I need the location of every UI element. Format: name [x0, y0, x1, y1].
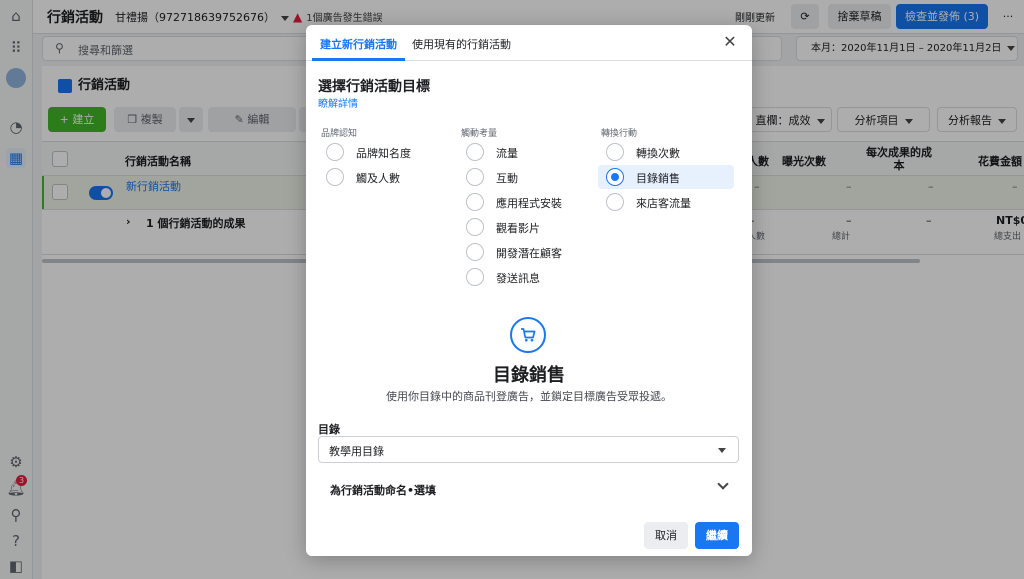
column-header-consideration: 觸動考量: [461, 129, 498, 139]
column-header-awareness: 品牌認知: [321, 129, 358, 139]
radio-button[interactable]: [466, 243, 484, 261]
objective-option[interactable]: 品牌知名度: [318, 140, 454, 164]
objective-label: 流量: [496, 147, 518, 160]
objective-label: 目錄銷售: [636, 172, 680, 185]
chevron-down-icon: [718, 448, 726, 453]
radio-button[interactable]: [466, 218, 484, 236]
shopping-cart-icon: [510, 317, 546, 353]
tab-create-new[interactable]: 建立新行銷活動: [320, 36, 397, 52]
learn-more-link[interactable]: 瞭解詳情: [318, 95, 358, 110]
campaign-name-label: 為行銷活動命名•選填: [330, 484, 437, 497]
objective-label: 互動: [496, 172, 518, 185]
dialog-heading: 選擇行銷活動目標: [318, 79, 430, 95]
chevron-down-icon: [717, 478, 729, 490]
catalog-label: 目錄: [318, 423, 340, 436]
radio-button[interactable]: [466, 143, 484, 161]
objective-option[interactable]: 互動: [458, 165, 594, 189]
cancel-button[interactable]: 取消: [644, 522, 688, 549]
radio-button[interactable]: [466, 168, 484, 186]
objective-option[interactable]: 觸及人數: [318, 165, 454, 189]
objective-label: 來店客流量: [636, 197, 691, 210]
objective-detail-description: 使用你目錄中的商品刊登廣告，並鎖定目標廣告受眾投遞。: [386, 390, 672, 403]
continue-button[interactable]: 繼續: [695, 522, 739, 549]
objective-label: 應用程式安裝: [496, 197, 562, 210]
radio-button[interactable]: [326, 143, 344, 161]
close-icon[interactable]: ✕: [722, 34, 738, 50]
objective-label: 轉換次數: [636, 147, 680, 160]
radio-button[interactable]: [326, 168, 344, 186]
radio-button[interactable]: [466, 268, 484, 286]
radio-button[interactable]: [466, 193, 484, 211]
radio-button[interactable]: [606, 143, 624, 161]
objective-label: 觸及人數: [356, 172, 400, 185]
radio-button-checked[interactable]: [606, 168, 624, 186]
objective-option[interactable]: 開發潛在顧客: [458, 240, 594, 264]
catalog-value: 教學用目錄: [329, 445, 384, 458]
column-header-conversion: 轉換行動: [601, 129, 638, 139]
objective-label: 發送訊息: [496, 272, 540, 285]
active-tab-indicator: [312, 58, 405, 61]
objective-label: 品牌知名度: [356, 147, 411, 160]
objective-option[interactable]: 應用程式安裝: [458, 190, 594, 214]
tab-use-existing[interactable]: 使用現有的行銷活動: [412, 36, 511, 52]
campaign-name-expander[interactable]: 為行銷活動命名•選填: [318, 475, 739, 501]
radio-button[interactable]: [606, 193, 624, 211]
objective-label: 觀看影片: [496, 222, 540, 235]
objective-option[interactable]: 轉換次數: [598, 140, 734, 164]
catalog-select[interactable]: 教學用目錄: [318, 436, 739, 463]
dialog-tabs: 建立新行銷活動 使用現有的行銷活動 ✕: [306, 25, 752, 61]
objective-option[interactable]: 發送訊息: [458, 265, 594, 289]
create-campaign-dialog: 建立新行銷活動 使用現有的行銷活動 ✕ 選擇行銷活動目標 瞭解詳情 品牌認知 觸…: [306, 25, 752, 556]
objective-option[interactable]: 來店客流量: [598, 190, 734, 214]
objective-option[interactable]: 觀看影片: [458, 215, 594, 239]
objective-label: 開發潛在顧客: [496, 247, 562, 260]
objective-detail-title: 目錄銷售: [493, 365, 565, 386]
objective-option[interactable]: 流量: [458, 140, 594, 164]
objective-option-selected[interactable]: 目錄銷售: [598, 165, 734, 189]
